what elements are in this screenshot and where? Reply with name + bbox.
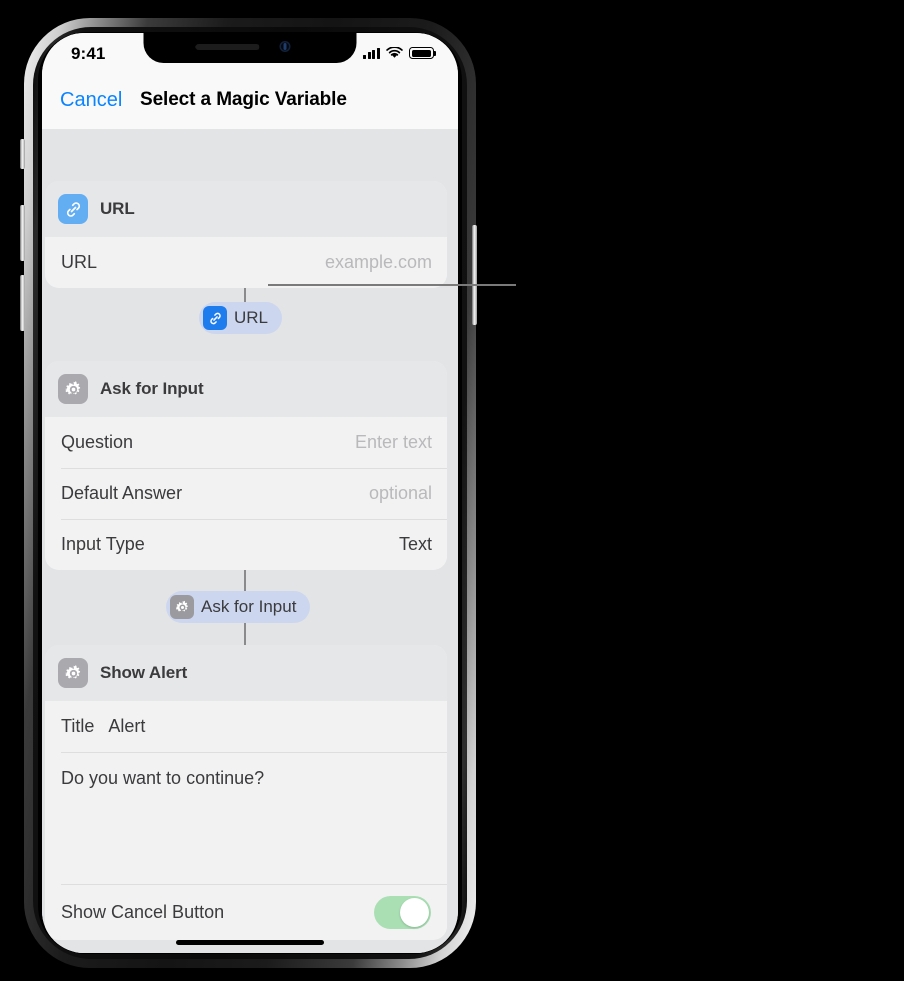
volume-up-button[interactable] [20, 205, 25, 261]
field-row-question[interactable]: Question Enter text [45, 417, 447, 468]
field-label: Title [61, 716, 95, 736]
toggle-knob [400, 897, 429, 927]
field-row-input-type[interactable]: Input Type Text [45, 519, 447, 570]
gear-icon [170, 595, 194, 619]
field-row-default-answer[interactable]: Default Answer optional [45, 468, 447, 519]
action-card-url[interactable]: URL URL example.com [45, 181, 447, 288]
field-label: Show Cancel Button [61, 901, 225, 922]
screenshot-stage: 9:41 Cancel Select a Magic Variable URL … [0, 0, 904, 981]
field-label: Question [61, 432, 134, 452]
shortcut-actions-canvas: URL URL example.com URL Ask for Input Qu… [42, 129, 458, 953]
alert-message-text: Do you want to continue? [61, 768, 265, 788]
action-card-ask-for-input[interactable]: Ask for Input Question Enter text Defaul… [45, 361, 447, 570]
field-row-title[interactable]: Title Alert [45, 701, 447, 752]
alert-message-textarea[interactable]: Do you want to continue? [45, 752, 447, 884]
field-value[interactable]: example.com [325, 252, 432, 273]
connector-chip-to-alert [244, 623, 246, 645]
show-cancel-button-toggle[interactable] [374, 895, 431, 929]
earpiece-speaker-icon [195, 44, 260, 50]
gear-icon [58, 658, 88, 688]
action-card-title: URL [100, 199, 135, 218]
field-value[interactable]: Text [399, 534, 432, 555]
field-value[interactable]: Enter text [355, 432, 432, 453]
gear-icon [58, 374, 88, 404]
field-label: Default Answer [61, 483, 183, 503]
front-camera-icon [279, 41, 291, 52]
action-card-header: URL [45, 181, 447, 237]
status-time: 9:41 [71, 44, 106, 63]
page-title: Select a Magic Variable [140, 89, 347, 110]
link-icon [58, 194, 88, 224]
field-row-show-cancel-button[interactable]: Show Cancel Button [45, 884, 447, 940]
callout-leader-line [268, 284, 516, 286]
magic-variable-label: Ask for Input [201, 597, 297, 616]
mute-switch-button[interactable] [20, 139, 25, 169]
side-power-button[interactable] [472, 225, 477, 325]
action-card-title: Ask for Input [100, 379, 204, 398]
field-value[interactable]: Alert [108, 716, 145, 737]
navigation-bar: Cancel Select a Magic Variable [42, 77, 458, 129]
phone-screen: 9:41 Cancel Select a Magic Variable URL … [42, 33, 458, 953]
action-card-title: Show Alert [100, 663, 188, 682]
status-indicators [363, 47, 437, 59]
cellular-bars-icon [363, 47, 380, 59]
field-row-url[interactable]: URL example.com [45, 237, 447, 288]
magic-variable-label: URL [234, 308, 269, 327]
cancel-button[interactable]: Cancel [60, 89, 122, 112]
action-card-header: Show Alert [45, 645, 447, 701]
magic-variable-chip-ask-for-input[interactable]: Ask for Input [166, 591, 311, 623]
home-indicator[interactable] [176, 940, 324, 945]
field-value[interactable]: optional [369, 483, 432, 504]
field-label: URL [61, 252, 98, 272]
connector-ask-to-chip [244, 569, 246, 591]
action-card-show-alert[interactable]: Show Alert Title Alert Do you want to co… [45, 645, 447, 940]
action-card-header: Ask for Input [45, 361, 447, 417]
device-notch [143, 33, 357, 63]
link-icon [203, 306, 227, 330]
magic-variable-chip-url[interactable]: URL [199, 302, 283, 334]
volume-down-button[interactable] [20, 275, 25, 331]
battery-full-icon [409, 47, 437, 59]
wifi-icon [386, 47, 403, 58]
field-label: Input Type [61, 534, 145, 554]
